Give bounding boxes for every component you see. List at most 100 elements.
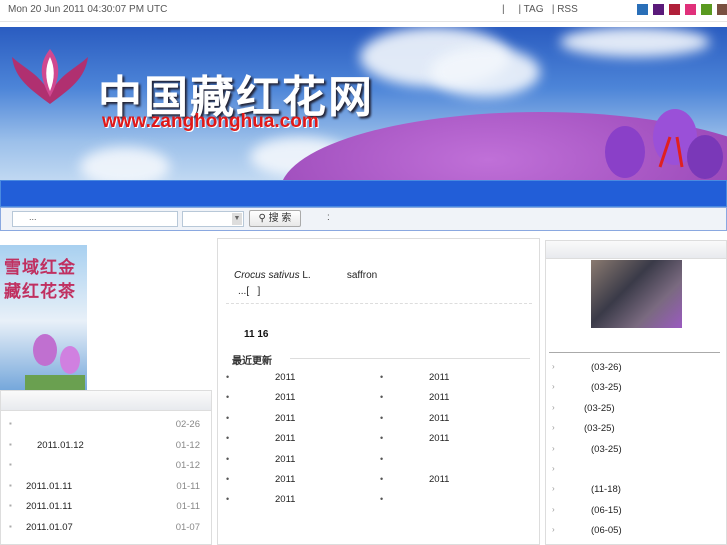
site-url: www.zanghonghua.com bbox=[102, 111, 319, 132]
chevron-right-icon: › bbox=[552, 423, 555, 433]
bullet-icon: • bbox=[226, 372, 230, 382]
recent-item[interactable]: 2011 bbox=[429, 413, 449, 424]
chevron-right-icon: › bbox=[552, 525, 555, 535]
item-title[interactable]: 2011.01.07 bbox=[26, 522, 73, 533]
item-date: 01-07 bbox=[175, 521, 200, 533]
theme-swatch-0[interactable] bbox=[637, 4, 648, 15]
right-list-item[interactable]: (06-05) bbox=[591, 525, 622, 536]
intro-text: Crocus sativus L. saffron bbox=[234, 270, 377, 281]
item-title[interactable]: 2011.01.12 bbox=[37, 440, 84, 451]
chevron-right-icon: › bbox=[552, 362, 555, 371]
right-list-item[interactable]: (03-25) bbox=[591, 444, 622, 455]
recent-item[interactable]: 2011 bbox=[429, 474, 449, 485]
item-date: 01-11 bbox=[176, 480, 200, 492]
list-item[interactable]: ▪ 2011.01.12 01-12 bbox=[1, 440, 211, 456]
search-colon: : bbox=[327, 212, 330, 223]
bullet-icon: • bbox=[380, 372, 384, 382]
theme-swatch-2[interactable] bbox=[669, 4, 680, 15]
right-box-header bbox=[546, 241, 726, 259]
bullet-icon: • bbox=[380, 494, 384, 505]
left-box-header bbox=[1, 391, 211, 411]
recent-updates-title: 最近更新 bbox=[232, 356, 272, 367]
list-item[interactable]: ▪ 2011.01.11 01-11 bbox=[1, 501, 211, 517]
recent-item[interactable]: 2011 bbox=[429, 392, 449, 403]
theme-swatch-3[interactable] bbox=[685, 4, 696, 15]
crocus-flower-icon bbox=[605, 109, 723, 179]
right-sidebar: › (03-26) › (03-25) › (03-25) › (03-25) › (03-25)… bbox=[545, 240, 727, 545]
right-list-item[interactable]: (03-25) bbox=[584, 403, 615, 414]
top-bar: Mon 20 Jun 2011 04:30:07 PM UTC | | TAG … bbox=[0, 0, 727, 22]
bullet-icon: • bbox=[226, 453, 230, 464]
recent-item[interactable]: 2011 bbox=[275, 494, 295, 505]
theme-swatch-5[interactable] bbox=[717, 4, 727, 15]
logo-icon bbox=[12, 49, 88, 104]
item-date: 01-11 bbox=[176, 501, 200, 512]
promo-line-1: 雪域红金 bbox=[4, 258, 76, 278]
bullet-icon: • bbox=[226, 412, 230, 423]
bullet-icon: • bbox=[380, 433, 384, 444]
search-bar: ... ▼ ⚲ 搜 索 : bbox=[0, 207, 727, 231]
list-item[interactable]: ▪ 2011.01.07 01-07 bbox=[1, 522, 211, 538]
top-links[interactable]: | | TAG | RSS bbox=[502, 4, 578, 15]
chevron-down-icon: ▼ bbox=[232, 213, 242, 225]
item-title[interactable]: 2011.01.11 bbox=[26, 501, 72, 512]
list-item[interactable]: ▪ 2011.01.11 01-11 bbox=[1, 481, 211, 497]
bullet-icon: ▪ bbox=[9, 480, 12, 490]
bullet-icon: • bbox=[380, 474, 384, 484]
latin-suffix: L. bbox=[299, 270, 311, 281]
right-list-item[interactable]: (11-18) bbox=[591, 484, 621, 495]
bullet-icon: • bbox=[380, 453, 384, 464]
search-input[interactable]: ... bbox=[12, 211, 178, 227]
search-button-label: 搜 索 bbox=[268, 213, 292, 224]
more-link[interactable]: ...[ ] bbox=[238, 286, 260, 297]
bullet-icon: ▪ bbox=[9, 419, 12, 428]
right-list-item[interactable]: (03-25) bbox=[591, 382, 622, 393]
divider bbox=[549, 352, 720, 353]
chevron-right-icon: › bbox=[552, 402, 555, 412]
recent-item[interactable]: 2011 bbox=[275, 413, 295, 424]
recent-item[interactable]: 2011 bbox=[275, 454, 295, 465]
search-button[interactable]: ⚲ 搜 索 bbox=[249, 210, 301, 227]
divider bbox=[290, 358, 530, 359]
search-category-select[interactable]: ▼ bbox=[182, 211, 244, 227]
bullet-icon: • bbox=[380, 412, 384, 423]
recent-item[interactable]: 2011 bbox=[275, 392, 295, 403]
promo-image[interactable]: 雪域红金 藏红花茶 bbox=[0, 245, 87, 397]
list-item[interactable]: ▪ 02-26 bbox=[1, 419, 211, 435]
item-date: 01-12 bbox=[175, 439, 200, 451]
banner: 中国藏红花网 www.zanghonghua.com bbox=[0, 27, 727, 180]
nav-bar bbox=[0, 180, 727, 207]
item-date: 02-26 bbox=[175, 419, 200, 430]
recent-item[interactable]: 2011 bbox=[429, 433, 449, 444]
bullet-icon: ▪ bbox=[9, 521, 12, 531]
bullet-icon: • bbox=[226, 392, 230, 403]
latin-name: Crocus sativus bbox=[234, 270, 300, 281]
chevron-right-icon: › bbox=[552, 504, 555, 514]
recent-item[interactable]: 2011 bbox=[275, 433, 295, 444]
recent-item[interactable]: 2011 bbox=[275, 474, 295, 485]
right-list-item[interactable]: (03-25) bbox=[584, 423, 615, 434]
right-list-item[interactable]: (06-15) bbox=[591, 505, 622, 516]
search-icon: ⚲ bbox=[258, 213, 266, 224]
divider bbox=[226, 303, 532, 304]
news-photo[interactable] bbox=[591, 260, 682, 328]
chevron-right-icon: › bbox=[552, 382, 555, 392]
recent-item[interactable]: 2011 bbox=[429, 372, 449, 383]
theme-swatch-1[interactable] bbox=[653, 4, 664, 15]
recent-item[interactable]: 2011 bbox=[275, 372, 295, 383]
bullet-icon: • bbox=[226, 474, 230, 484]
datetime: Mon 20 Jun 2011 04:30:07 PM UTC bbox=[8, 4, 168, 15]
bullet-icon: • bbox=[226, 494, 230, 505]
main-content: Crocus sativus L. saffron ...[ ] 11 16 最… bbox=[217, 238, 540, 545]
chevron-right-icon: › bbox=[552, 484, 555, 494]
promo-line-2: 藏红花茶 bbox=[4, 282, 76, 302]
chevron-right-icon: › bbox=[552, 443, 555, 453]
list-item[interactable]: ▪ 01-12 bbox=[1, 460, 211, 476]
left-news-box: ▪ 02-26 ▪ 2011.01.12 01-12 ▪ 01-12 ▪ 2011.01.11 0… bbox=[0, 390, 212, 545]
theme-swatch-4[interactable] bbox=[701, 4, 712, 15]
right-list-item[interactable]: (03-26) bbox=[591, 362, 622, 373]
bullet-icon: • bbox=[226, 433, 230, 444]
chevron-right-icon: › bbox=[552, 464, 555, 473]
english-name: saffron bbox=[346, 270, 378, 281]
item-title[interactable]: 2011.01.11 bbox=[26, 481, 72, 492]
